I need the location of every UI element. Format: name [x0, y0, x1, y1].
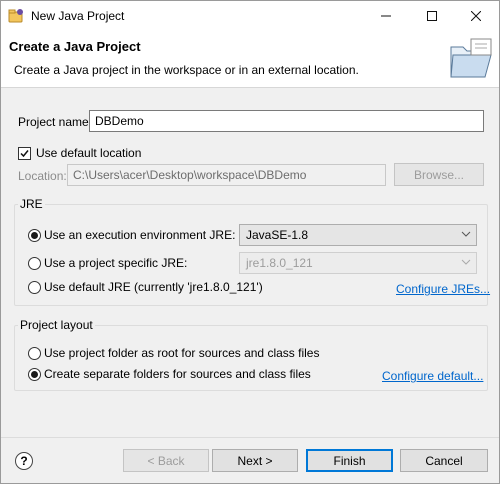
layout-separate-folders-radio[interactable] [28, 368, 41, 381]
chevron-down-icon [461, 259, 471, 265]
banner-description: Create a Java project in the workspace o… [14, 63, 359, 77]
jre-group-label: JRE [18, 197, 45, 211]
java-project-wizard-icon [450, 38, 492, 78]
exec-env-value: JavaSE-1.8 [246, 228, 309, 242]
finish-button[interactable]: Finish [306, 449, 393, 472]
cancel-button[interactable]: Cancel [400, 449, 488, 472]
maximize-button[interactable] [409, 1, 455, 31]
minimize-button[interactable] [363, 1, 409, 31]
use-default-location-checkbox[interactable] [18, 147, 31, 160]
browse-button[interactable]: Browse... [394, 163, 484, 186]
jre-exec-env-label: Use an execution environment JRE: [44, 228, 236, 242]
footer-divider [1, 437, 499, 438]
exec-env-select[interactable]: JavaSE-1.8 [239, 224, 477, 246]
layout-root-folder-radio[interactable] [28, 347, 41, 360]
checkmark-icon [20, 150, 29, 158]
jre-project-specific-label: Use a project specific JRE: [44, 256, 188, 270]
location-input[interactable]: C:\Users\acer\Desktop\workspace\DBDemo [67, 164, 386, 186]
configure-default-link[interactable]: Configure default... [382, 369, 483, 383]
layout-separate-folders-label: Create separate folders for sources and … [44, 367, 311, 381]
project-jre-value: jre1.8.0_121 [246, 256, 313, 270]
configure-jres-link[interactable]: Configure JREs... [396, 282, 490, 296]
use-default-location-label: Use default location [36, 146, 142, 160]
layout-root-folder-label: Use project folder as root for sources a… [44, 346, 320, 360]
maximize-icon [427, 11, 437, 21]
title-bar: New Java Project [1, 1, 499, 31]
radio-selected-dot [31, 232, 38, 239]
jre-project-specific-radio[interactable] [28, 257, 41, 270]
banner-title: Create a Java Project [9, 39, 141, 54]
wizard-banner: Create a Java Project Create a Java proj… [1, 31, 499, 88]
chevron-down-icon [461, 231, 471, 237]
close-button[interactable] [453, 1, 499, 31]
help-icon[interactable]: ? [15, 452, 33, 470]
new-java-project-dialog: New Java Project Create a Java Project C… [0, 0, 500, 484]
radio-selected-dot [31, 371, 38, 378]
minimize-icon [381, 15, 391, 17]
project-name-label: Project name: [18, 115, 93, 129]
jre-default-label: Use default JRE (currently 'jre1.8.0_121… [44, 280, 263, 294]
project-name-input[interactable]: DBDemo [89, 110, 484, 132]
project-layout-group-label: Project layout [18, 318, 95, 332]
next-button[interactable]: Next > [212, 449, 298, 472]
close-icon [471, 11, 481, 21]
back-button[interactable]: < Back [123, 449, 209, 472]
jre-default-radio[interactable] [28, 281, 41, 294]
location-label: Location: [18, 169, 67, 183]
project-jre-select[interactable]: jre1.8.0_121 [239, 252, 477, 274]
jre-exec-env-radio[interactable] [28, 229, 41, 242]
eclipse-app-icon [8, 9, 23, 23]
window-title: New Java Project [31, 9, 125, 23]
